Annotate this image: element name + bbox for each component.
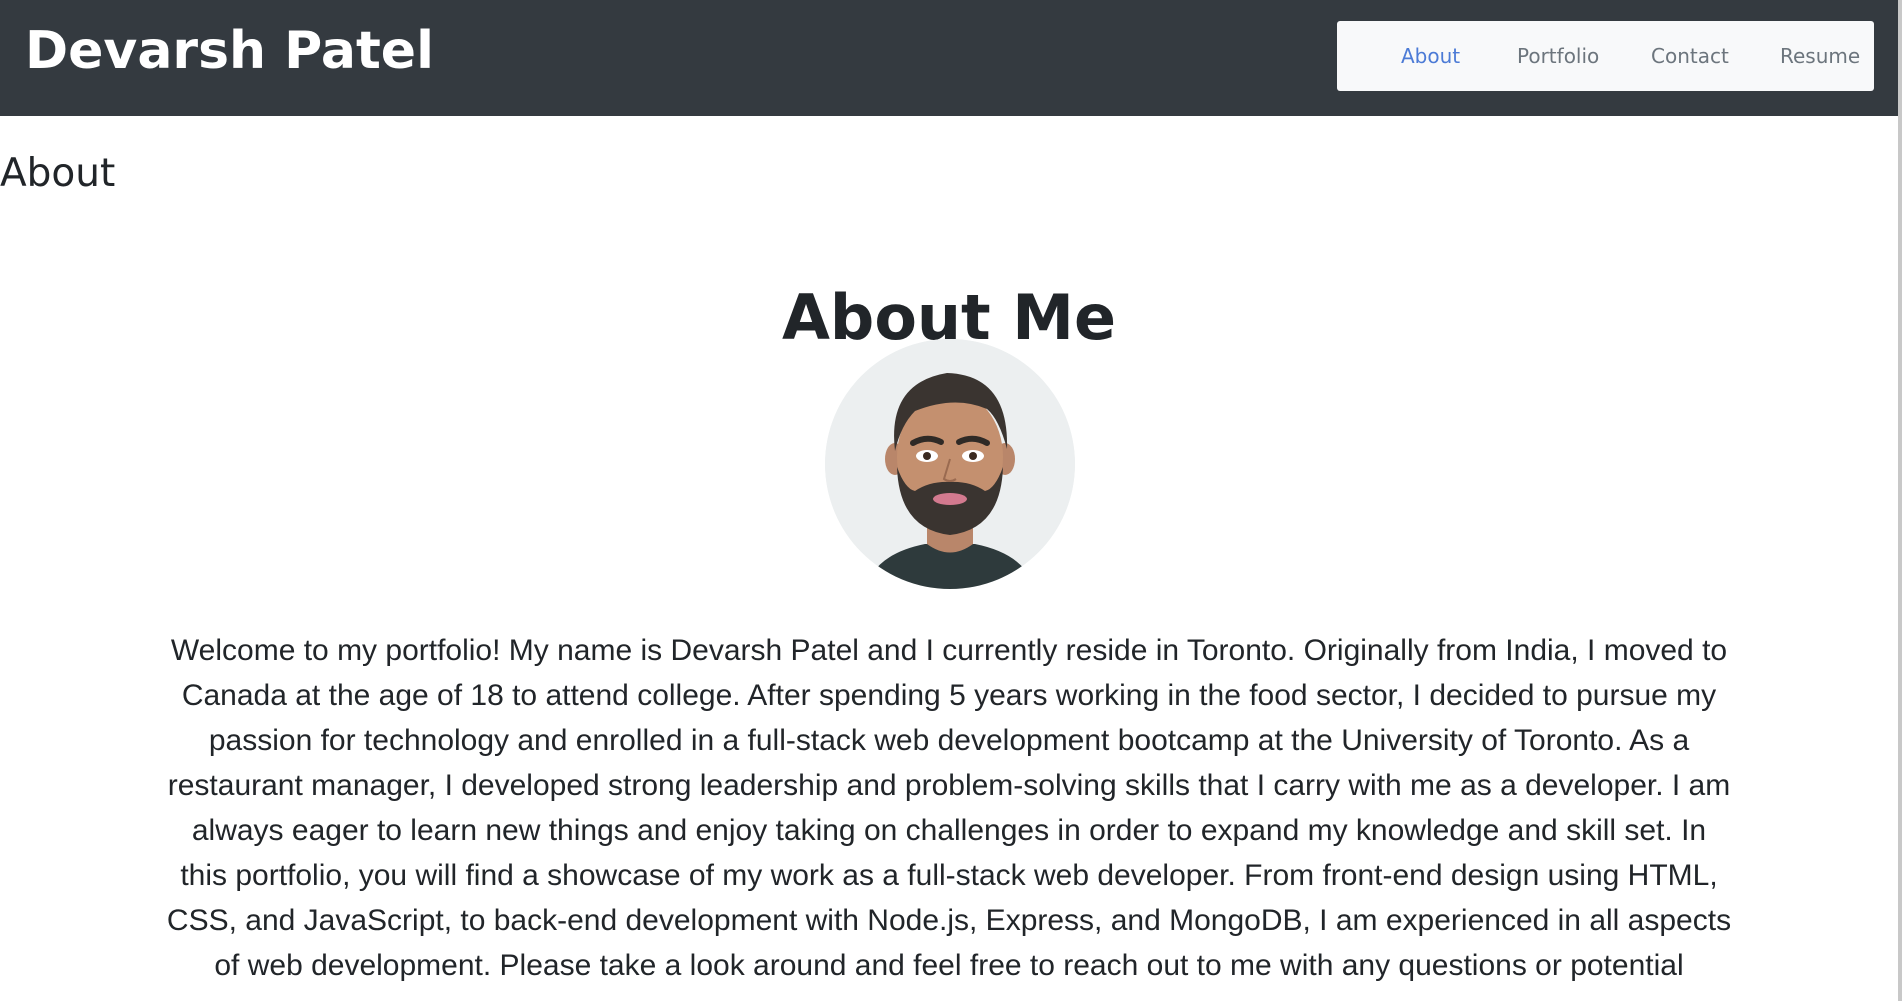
site-header: Devarsh Patel About Portfolio Contact Re…	[0, 0, 1898, 116]
bio-paragraph: Welcome to my portfolio! My name is Deva…	[166, 634, 1732, 982]
main-nav: About Portfolio Contact Resume	[1337, 21, 1874, 91]
nav-resume[interactable]: Resume	[1780, 21, 1860, 91]
scrollbar[interactable]	[1898, 0, 1902, 1001]
avatar-illustration-icon	[825, 339, 1075, 589]
page: Devarsh Patel About Portfolio Contact Re…	[0, 0, 1902, 1001]
nav-portfolio[interactable]: Portfolio	[1517, 21, 1599, 91]
avatar	[825, 339, 1075, 589]
nav-contact[interactable]: Contact	[1651, 21, 1729, 91]
section-heading: About	[0, 151, 116, 197]
brand-name[interactable]: Devarsh Patel	[25, 20, 434, 82]
nav-about[interactable]: About	[1401, 21, 1460, 91]
